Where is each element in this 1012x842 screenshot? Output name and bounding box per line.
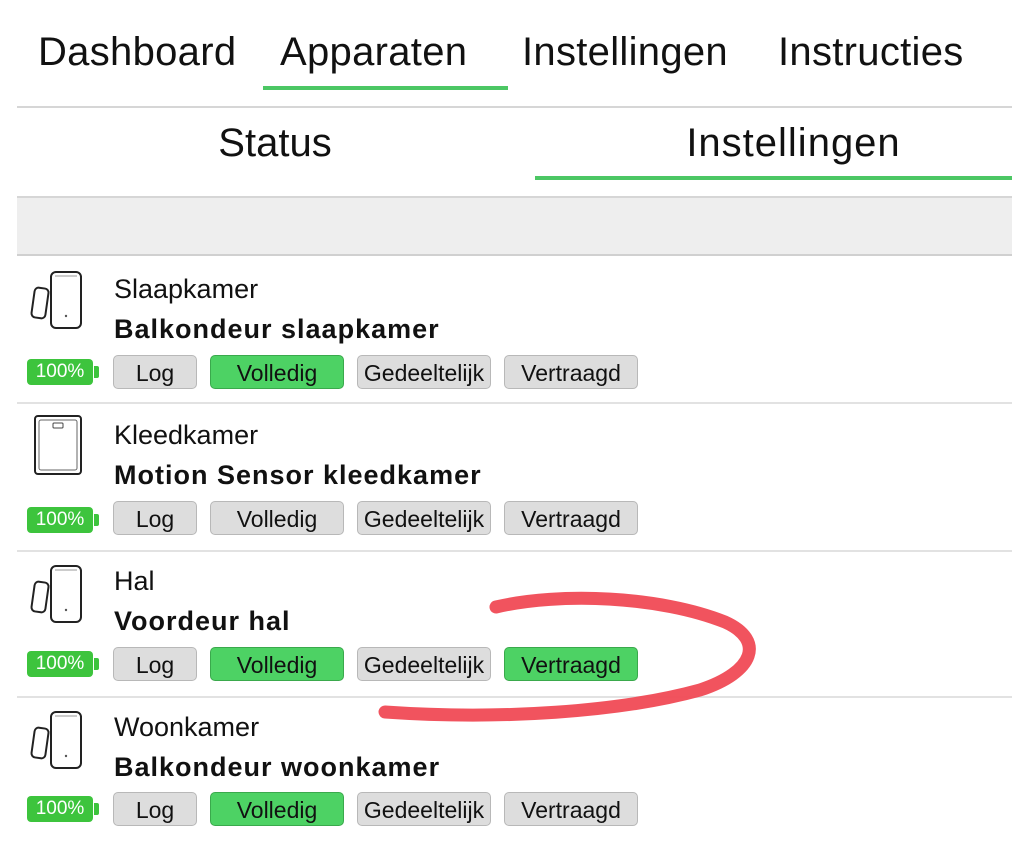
door-sensor-icon bbox=[30, 565, 82, 623]
room-label: Slaapkamer bbox=[114, 274, 259, 304]
log-button[interactable]: Log bbox=[113, 647, 197, 681]
room-label: Kleedkamer bbox=[114, 420, 259, 450]
motion-sensor-icon bbox=[34, 415, 82, 475]
device-row: Kleedkamer Motion Sensor kleedkamer 100%… bbox=[17, 404, 1012, 552]
subtab-instellingen[interactable]: Instellingen bbox=[535, 118, 1012, 168]
device-row: Hal Voordeur hal 100% Log Volledig Gedee… bbox=[17, 550, 1012, 698]
tab-instructies[interactable]: Instructies bbox=[778, 24, 964, 80]
tab-apparaten[interactable]: Apparaten bbox=[280, 24, 467, 80]
vertraagd-button[interactable]: Vertraagd bbox=[504, 792, 638, 826]
device-name: Voordeur hal bbox=[114, 606, 291, 636]
active-tab-indicator bbox=[263, 86, 508, 90]
device-name: Balkondeur woonkamer bbox=[114, 752, 441, 782]
device-row: Slaapkamer Balkondeur slaapkamer 100% Lo… bbox=[17, 256, 1012, 404]
volledig-button[interactable]: Volledig bbox=[210, 792, 344, 826]
gedeeltelijk-button[interactable]: Gedeeltelijk bbox=[357, 647, 491, 681]
volledig-button[interactable]: Volledig bbox=[210, 355, 344, 389]
tab-instellingen[interactable]: Instellingen bbox=[522, 24, 728, 80]
log-button[interactable]: Log bbox=[113, 792, 197, 826]
gedeeltelijk-button[interactable]: Gedeeltelijk bbox=[357, 501, 491, 535]
active-subtab-indicator bbox=[535, 176, 1012, 180]
volledig-button[interactable]: Volledig bbox=[210, 647, 344, 681]
vertraagd-button[interactable]: Vertraagd bbox=[504, 355, 638, 389]
subtab-status[interactable]: Status bbox=[17, 118, 533, 168]
room-label: Woonkamer bbox=[114, 712, 260, 742]
sub-tab-bar: Status Instellingen bbox=[0, 106, 1012, 196]
device-row: Woonkamer Balkondeur woonkamer 100% Log … bbox=[17, 696, 1012, 842]
room-label: Hal bbox=[114, 566, 155, 596]
top-tab-bar: Dashboard Apparaten Instellingen Instruc… bbox=[0, 0, 1012, 106]
door-sensor-icon bbox=[30, 271, 82, 329]
log-button[interactable]: Log bbox=[113, 355, 197, 389]
gedeeltelijk-button[interactable]: Gedeeltelijk bbox=[357, 355, 491, 389]
battery-indicator: 100% bbox=[27, 359, 99, 385]
battery-indicator: 100% bbox=[27, 651, 99, 677]
battery-indicator: 100% bbox=[27, 507, 99, 533]
volledig-button[interactable]: Volledig bbox=[210, 501, 344, 535]
vertraagd-button[interactable]: Vertraagd bbox=[504, 501, 638, 535]
gedeeltelijk-button[interactable]: Gedeeltelijk bbox=[357, 792, 491, 826]
vertraagd-button[interactable]: Vertraagd bbox=[504, 647, 638, 681]
device-name: Balkondeur slaapkamer bbox=[114, 314, 440, 344]
battery-indicator: 100% bbox=[27, 796, 99, 822]
device-name: Motion Sensor kleedkamer bbox=[114, 460, 482, 490]
tab-dashboard[interactable]: Dashboard bbox=[38, 24, 236, 80]
section-header-band bbox=[17, 198, 1012, 256]
door-sensor-icon bbox=[30, 711, 82, 769]
log-button[interactable]: Log bbox=[113, 501, 197, 535]
